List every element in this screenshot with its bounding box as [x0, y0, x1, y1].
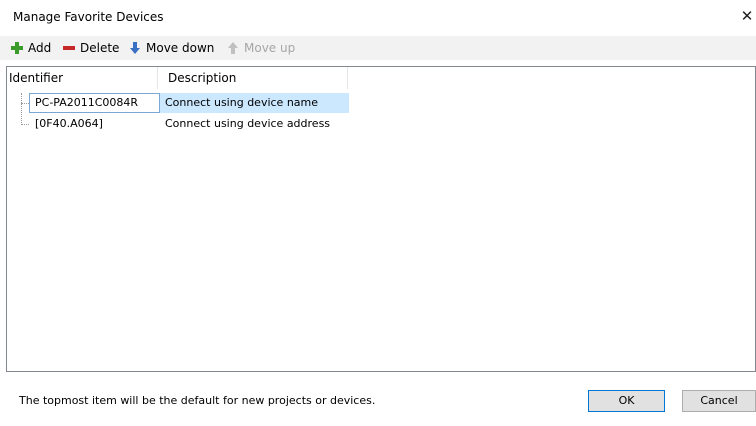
identifier-cell[interactable]: PC-PA2011C0084R [29, 93, 160, 113]
window-title: Manage Favorite Devices [13, 10, 164, 24]
arrow-down-icon [128, 41, 142, 55]
cancel-button[interactable]: Cancel [682, 390, 756, 412]
identifier-cell[interactable]: [0F40.A064] [29, 114, 160, 134]
close-icon[interactable]: ✕ [738, 6, 756, 26]
column-header-description[interactable]: Description [158, 67, 348, 89]
description-cell: Connect using device name [165, 96, 319, 109]
title-bar: Manage Favorite Devices ✕ [0, 0, 756, 36]
ok-button[interactable]: OK [588, 390, 665, 412]
move-up-label: Move up [244, 41, 296, 55]
add-button[interactable]: Add [10, 39, 51, 57]
device-list[interactable]: Identifier Description PC-PA2011C0084R C… [6, 66, 756, 372]
arrow-up-icon [226, 41, 240, 55]
minus-icon [62, 41, 76, 55]
table-row[interactable]: [0F40.A064] Connect using device address [7, 114, 349, 134]
toolbar: Add Delete Move down Move up [0, 36, 756, 60]
delete-button[interactable]: Delete [62, 39, 119, 57]
delete-label: Delete [80, 41, 120, 55]
table-row[interactable]: PC-PA2011C0084R Connect using device nam… [7, 93, 349, 113]
move-up-button[interactable]: Move up [226, 39, 295, 57]
plus-icon [10, 41, 24, 55]
column-header-identifier[interactable]: Identifier [7, 67, 158, 89]
move-down-button[interactable]: Move down [128, 39, 214, 57]
move-down-label: Move down [146, 41, 215, 55]
footer-note: The topmost item will be the default for… [19, 394, 376, 407]
add-label: Add [28, 41, 52, 55]
description-cell: Connect using device address [165, 117, 331, 130]
